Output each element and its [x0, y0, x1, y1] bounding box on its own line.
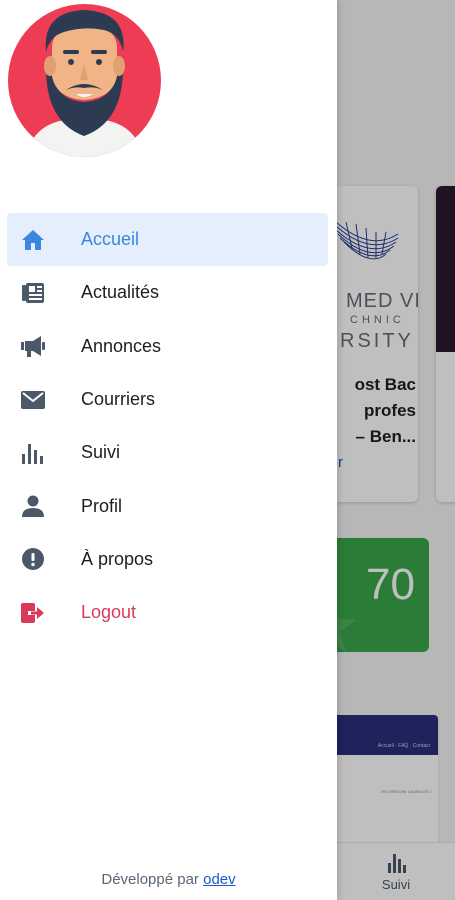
- menu-item-courriers[interactable]: Courriers: [7, 373, 328, 426]
- envelope-icon: [21, 388, 45, 412]
- menu-item-logout[interactable]: Logout: [7, 586, 328, 639]
- menu-item-accueil[interactable]: Accueil: [7, 213, 328, 267]
- megaphone-icon: [21, 334, 45, 358]
- navigation-drawer: Accueil Actualités Annonces Courriers Su…: [0, 0, 337, 900]
- bar-chart-icon: [21, 441, 45, 465]
- menu-item-profil[interactable]: Profil: [7, 479, 328, 532]
- menu-item-annonces[interactable]: Annonces: [7, 320, 328, 373]
- newspaper-icon: [21, 281, 45, 305]
- user-avatar[interactable]: [8, 4, 161, 157]
- user-icon: [21, 494, 45, 518]
- menu-item-label: Actualités: [81, 282, 160, 303]
- menu-item-label: Annonces: [81, 335, 162, 356]
- logout-icon: [21, 601, 45, 625]
- drawer-footer: Développé par odev: [0, 871, 337, 888]
- menu-item-actualites[interactable]: Actualités: [7, 266, 328, 319]
- menu-item-label: Profil: [81, 495, 123, 516]
- menu-item-label: À propos: [81, 548, 154, 569]
- menu-item-a-propos[interactable]: À propos: [7, 533, 328, 586]
- menu-item-label: Accueil: [81, 229, 140, 250]
- info-exclamation-icon: [21, 547, 45, 571]
- footer-developer-link[interactable]: odev: [203, 871, 236, 888]
- menu-item-label: Courriers: [81, 389, 156, 410]
- home-icon: [21, 228, 45, 252]
- menu-item-label: Suivi: [81, 442, 121, 463]
- menu-item-suivi[interactable]: Suivi: [7, 426, 328, 479]
- footer-credit-text: Développé par: [101, 871, 199, 888]
- drawer-menu: Accueil Actualités Annonces Courriers Su…: [7, 213, 328, 639]
- bearded-man-avatar-icon: [8, 4, 161, 157]
- menu-item-label: Logout: [81, 602, 137, 623]
